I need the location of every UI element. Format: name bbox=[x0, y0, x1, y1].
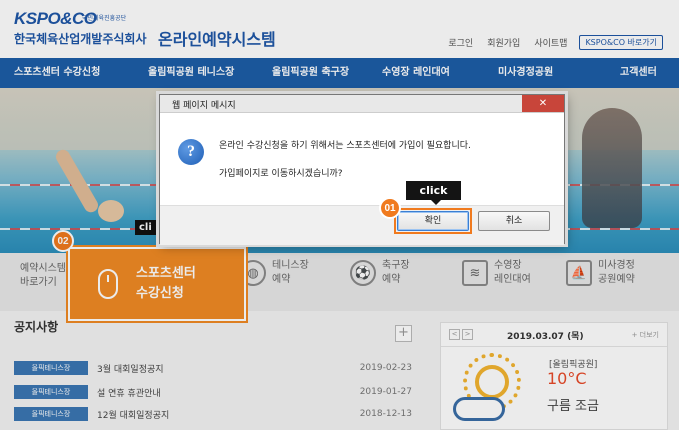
dialog-message-line2: 가입페이지로 이동하시겠습니까? bbox=[219, 169, 343, 179]
dialog-close-button[interactable]: ✕ bbox=[522, 95, 564, 112]
cancel-button[interactable]: 취소 bbox=[478, 211, 550, 231]
ok-button[interactable]: 확인 bbox=[397, 211, 469, 231]
step-badge-01: 01 bbox=[379, 197, 401, 219]
question-icon: ? bbox=[178, 139, 204, 165]
dialog-message-line1: 온라인 수강신청을 하기 위해서는 스포츠센터에 가입이 필요합니다. bbox=[219, 141, 471, 151]
dialog-title: 웹 페이지 메시지 bbox=[172, 101, 236, 111]
dialog-titlebar: 웹 페이지 메시지 ✕ bbox=[160, 95, 564, 113]
confirm-dialog: 웹 페이지 메시지 ✕ ? 온라인 수강신청을 하기 위해서는 스포츠센터에 가… bbox=[159, 94, 565, 245]
click-tooltip: click bbox=[406, 181, 461, 205]
